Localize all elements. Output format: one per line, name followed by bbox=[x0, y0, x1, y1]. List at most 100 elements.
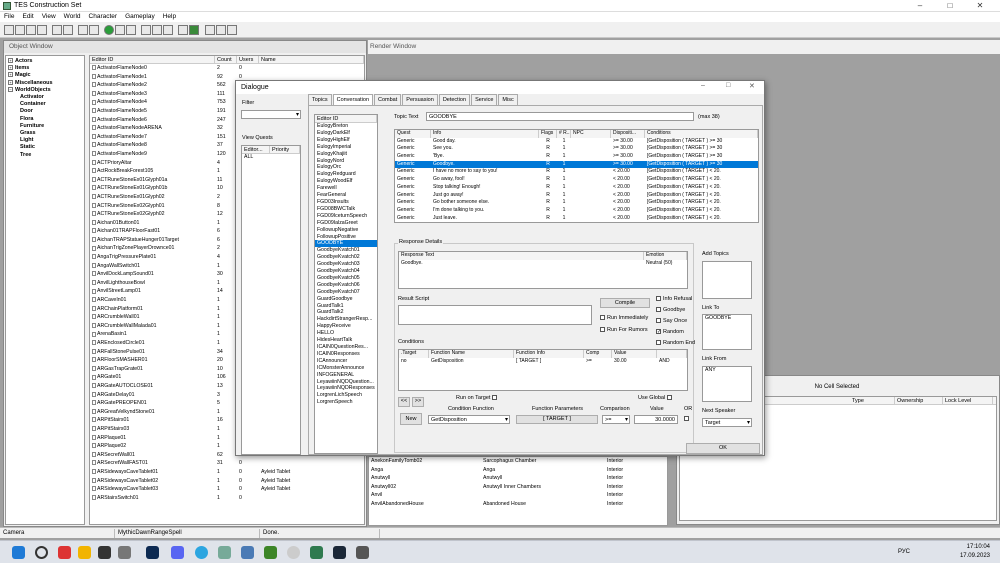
cell-row[interactable]: Anutwyll Anutwyll Interior bbox=[369, 474, 667, 483]
info-col[interactable]: Flags bbox=[539, 130, 557, 138]
or-checkbox[interactable] bbox=[684, 416, 691, 422]
quest-icon[interactable] bbox=[205, 25, 215, 35]
result-script-input[interactable] bbox=[398, 305, 592, 325]
dialogue-minimize-button[interactable]: – bbox=[701, 82, 705, 89]
script-icon[interactable] bbox=[178, 25, 188, 35]
search-icon[interactable] bbox=[35, 546, 48, 559]
topic-item[interactable]: EulogyBreton bbox=[315, 123, 377, 130]
landscape-icon[interactable] bbox=[152, 25, 162, 35]
topic-item[interactable]: FollowupNegative bbox=[315, 227, 377, 234]
info-row[interactable]: Generic 'Bye. R 1 >= 30.00 [GetDisposition ( … bbox=[395, 153, 758, 161]
save-icon[interactable] bbox=[26, 25, 36, 35]
tree-item-tree[interactable]: Tree bbox=[8, 152, 82, 159]
info-row[interactable]: Generic Go away, fool! R 1 < 20.00 [GetDispos… bbox=[395, 176, 758, 184]
info-col[interactable]: Conditions bbox=[645, 130, 758, 138]
tab-topics[interactable]: Topics bbox=[308, 94, 332, 105]
info-col[interactable]: Dispositi... bbox=[611, 130, 645, 138]
response-text[interactable]: Goodbye. bbox=[399, 260, 644, 268]
tool-icon[interactable] bbox=[118, 546, 131, 559]
col-type[interactable]: Type bbox=[850, 397, 895, 404]
cell-row[interactable]: AnvilAbandonedHouse Abandoned House Interi… bbox=[369, 500, 667, 509]
menu-item-view[interactable]: View bbox=[38, 12, 60, 21]
value-input[interactable]: 30.0000 bbox=[634, 415, 678, 424]
next-speaker-combo[interactable]: Target bbox=[702, 418, 752, 427]
info-row[interactable]: Generic Good day. R 1 >= 30.00 [GetDispositio… bbox=[395, 138, 758, 146]
tree-item-items[interactable]: + Items bbox=[8, 65, 82, 72]
cell-row[interactable]: Anvil Interior bbox=[369, 491, 667, 500]
topic-item[interactable]: GOODBYE bbox=[315, 240, 377, 248]
ok-button[interactable]: OK bbox=[686, 443, 760, 454]
table-row[interactable]: ActivatorFlameNode0 2 0 bbox=[90, 64, 364, 73]
col-name[interactable]: Name bbox=[259, 56, 364, 63]
tree-item-activator[interactable]: Activator bbox=[8, 94, 82, 101]
topic-item[interactable]: EulogyNord bbox=[315, 158, 377, 165]
topic-item[interactable]: INFOGENERAL bbox=[315, 372, 377, 379]
topic-item[interactable]: GoodbyeKvatch01 bbox=[315, 247, 377, 254]
maximize-button[interactable]: □ bbox=[935, 0, 965, 12]
world-icon[interactable] bbox=[141, 25, 151, 35]
info-row[interactable]: Generic Go bother someone else. R 1 < 20.00 [… bbox=[395, 199, 758, 207]
cond-col[interactable] bbox=[657, 350, 687, 358]
terminal-icon[interactable] bbox=[98, 546, 111, 559]
topic-item[interactable]: LeyawiinNQDResponses bbox=[315, 385, 377, 392]
tree-item-furniture[interactable]: Furniture bbox=[8, 123, 82, 130]
windows-start-icon[interactable] bbox=[12, 546, 25, 559]
info-row[interactable]: Generic I have no more to say to you! R 1 < … bbox=[395, 168, 758, 176]
topic-item[interactable]: EulogyRedguard bbox=[315, 171, 377, 178]
info-col[interactable]: # R... bbox=[557, 130, 571, 138]
info-col[interactable]: Quest bbox=[395, 130, 431, 138]
app-icon-3[interactable] bbox=[241, 546, 254, 559]
topic-item[interactable]: GoodbyeKvatch07 bbox=[315, 289, 377, 296]
copy-icon[interactable] bbox=[89, 25, 99, 35]
construction-set-icon[interactable] bbox=[310, 546, 323, 559]
topic-item[interactable]: LorgrenSpeech bbox=[315, 399, 377, 406]
path-grid-icon[interactable] bbox=[163, 25, 173, 35]
topic-item[interactable]: FollowupPositive bbox=[315, 234, 377, 241]
col-emotion[interactable]: Emotion bbox=[644, 252, 687, 260]
menu-item-world[interactable]: World bbox=[60, 12, 85, 21]
topic-item[interactable]: GoodbyeKvatch05 bbox=[315, 275, 377, 282]
app-icon-2[interactable] bbox=[218, 546, 231, 559]
run-for-rumors-checkbox[interactable]: Run For Rumors bbox=[600, 327, 648, 333]
cell-row[interactable]: Anutwyll02 Anutwyll Inner Chambers Interio… bbox=[369, 483, 667, 492]
topic-text-input[interactable]: GOODBYE bbox=[426, 112, 694, 121]
topic-item[interactable]: FGD09IceturnSpeech bbox=[315, 213, 377, 220]
topic-item[interactable]: EulogyDarkElf bbox=[315, 130, 377, 137]
new-condition-button[interactable]: New bbox=[400, 413, 422, 425]
link-to-list[interactable]: GOODBYE bbox=[702, 314, 752, 350]
cond-col[interactable]: Function Name bbox=[429, 350, 514, 358]
menu-item-file[interactable]: File bbox=[0, 12, 18, 21]
link-from-list[interactable]: ANY bbox=[702, 366, 752, 402]
comparison-combo[interactable]: >= bbox=[602, 415, 630, 424]
info-row[interactable]: Generic Stop talking! Enough! R 1 < 20.00 [Ge… bbox=[395, 184, 758, 192]
topic-item[interactable]: FGD09IalzaGreet bbox=[315, 220, 377, 227]
cond-col[interactable]: Comp bbox=[584, 350, 612, 358]
photoshop-icon[interactable] bbox=[146, 546, 159, 559]
table-row[interactable]: ARSecretWallFAST01 31 0 bbox=[90, 459, 364, 468]
filter-combo[interactable] bbox=[241, 110, 301, 119]
topic-item[interactable]: GoodbyeKvatch03 bbox=[315, 261, 377, 268]
condition-row[interactable]: no GetDisposition [ TARGET ] >= 30.00 AND bbox=[399, 358, 687, 366]
tree-item-door[interactable]: Door bbox=[8, 108, 82, 115]
topic-item[interactable]: GuardTalk2 bbox=[315, 309, 377, 316]
link-from-item[interactable]: ANY bbox=[703, 367, 751, 374]
info-row[interactable]: Generic Goodbye. R 1 >= 30.00 [GetDisposition… bbox=[395, 160, 758, 169]
undo-icon[interactable] bbox=[52, 25, 62, 35]
cell-row[interactable]: Anga Anga Interior bbox=[369, 466, 667, 475]
tab-misc[interactable]: Misc bbox=[498, 94, 518, 105]
response-list[interactable]: Response Text Emotion Goodbye. Neutral (… bbox=[398, 251, 688, 289]
tree-item-grass[interactable]: Grass bbox=[8, 130, 82, 137]
quest-list[interactable]: Editor... Priority ALL bbox=[241, 145, 301, 455]
topic-item[interactable]: ICAnnouncer bbox=[315, 358, 377, 365]
tab-combat[interactable]: Combat bbox=[374, 94, 402, 105]
cond-col[interactable]: Value bbox=[612, 350, 657, 358]
topic-item[interactable]: ICAIN0Responses bbox=[315, 351, 377, 358]
dialogue-maximize-button[interactable]: □ bbox=[726, 82, 730, 89]
app-icon-4[interactable] bbox=[287, 546, 300, 559]
topic-item[interactable]: GuardTalk1 bbox=[315, 303, 377, 310]
menu-item-character[interactable]: Character bbox=[85, 12, 122, 21]
topic-item[interactable]: FearGeneral bbox=[315, 192, 377, 199]
sky-icon[interactable] bbox=[126, 25, 136, 35]
col-editor-id[interactable]: Editor ID bbox=[90, 56, 215, 63]
language-indicator[interactable]: РУС bbox=[898, 549, 910, 555]
